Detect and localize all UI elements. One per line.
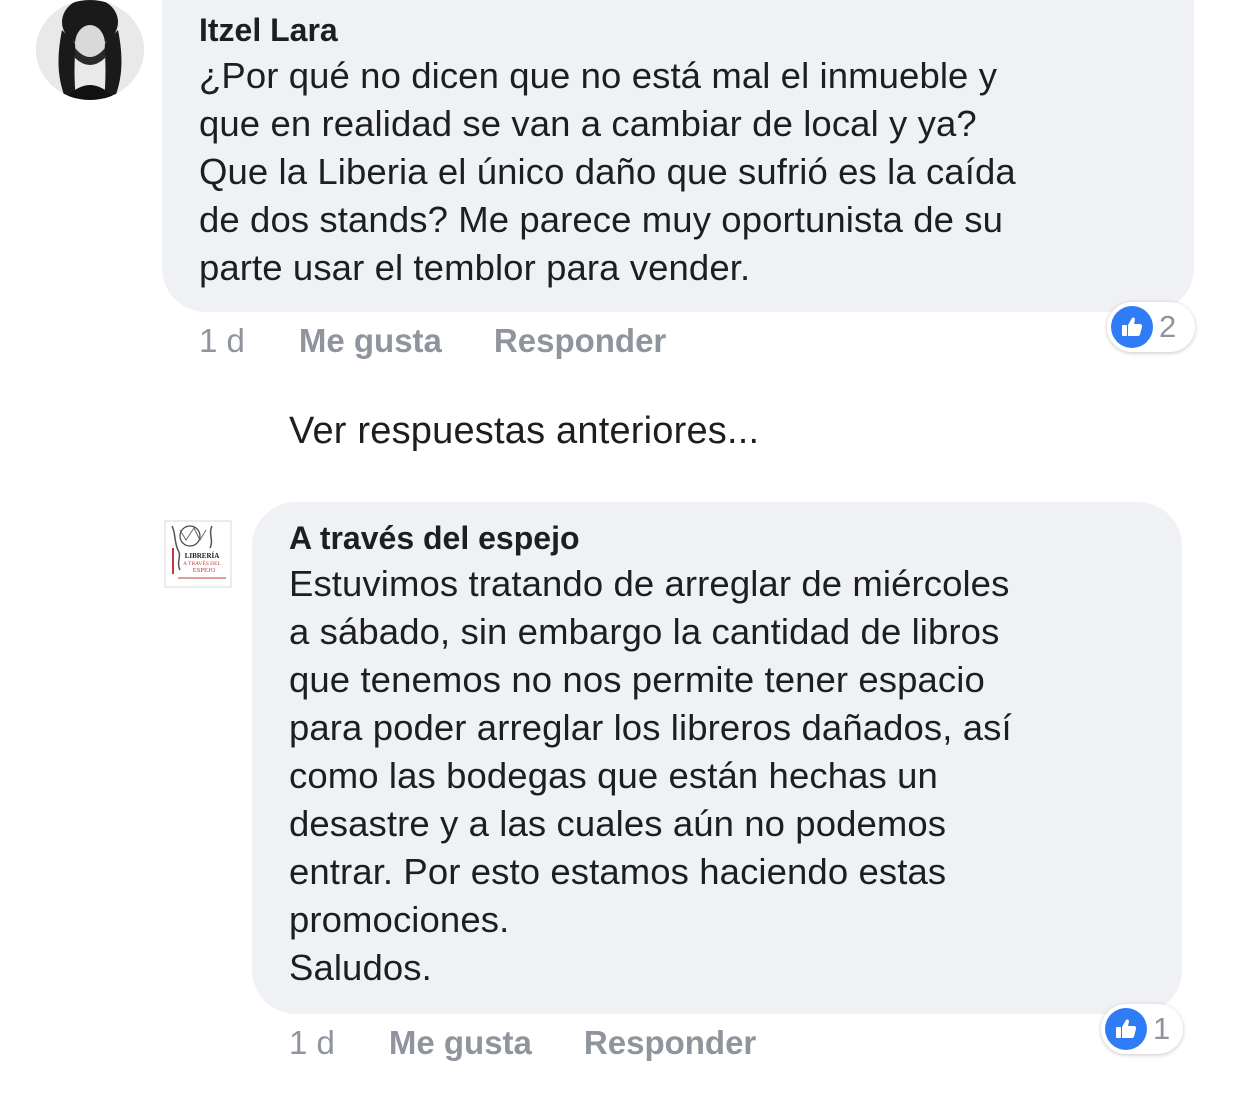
comment-author[interactable]: Itzel Lara <box>199 12 1158 48</box>
comment-author[interactable]: A través del espejo <box>289 520 1146 556</box>
view-previous-replies-link[interactable]: Ver respuestas anteriores... <box>289 410 759 453</box>
like-button[interactable]: Me gusta <box>299 322 442 360</box>
profile-photo-icon <box>36 0 144 100</box>
comment-bubble: A través del espejo Estuvimos tratando d… <box>252 502 1182 1014</box>
reaction-count: 1 <box>1153 1011 1171 1046</box>
comment-timestamp[interactable]: 1 d <box>199 322 245 360</box>
comment-text: ¿Por qué no dicen que no está mal el inm… <box>199 55 1016 288</box>
avatar-a-traves-del-espejo[interactable]: LIBRERÍA A TRAVÉS DEL ESPEJO <box>164 520 232 588</box>
like-button[interactable]: Me gusta <box>389 1024 532 1062</box>
avatar-itzel-lara[interactable] <box>36 0 144 100</box>
reply-button[interactable]: Responder <box>584 1024 756 1062</box>
comment-bubble: Itzel Lara ¿Por qué no dicen que no está… <box>162 0 1194 312</box>
reaction-count-badge[interactable]: 2 <box>1107 302 1195 352</box>
logo-text-line1: LIBRERÍA <box>185 552 220 560</box>
reply-button[interactable]: Responder <box>494 322 666 360</box>
comment-text: Estuvimos tratando de arreglar de miérco… <box>289 563 1012 988</box>
logo-text-line3: ESPEJO <box>193 567 216 574</box>
reaction-count-badge[interactable]: 1 <box>1101 1004 1183 1054</box>
comment-actions: 1 d Me gusta Responder <box>199 322 666 360</box>
reaction-count: 2 <box>1159 309 1177 344</box>
thumbs-up-icon <box>1105 1008 1147 1050</box>
logo-text-line2: A TRAVÉS DEL <box>183 559 221 567</box>
bookstore-logo-icon: LIBRERÍA A TRAVÉS DEL ESPEJO <box>164 520 232 588</box>
comment-actions: 1 d Me gusta Responder <box>289 1024 756 1062</box>
thumbs-up-icon <box>1111 306 1153 348</box>
comment-timestamp[interactable]: 1 d <box>289 1024 335 1062</box>
